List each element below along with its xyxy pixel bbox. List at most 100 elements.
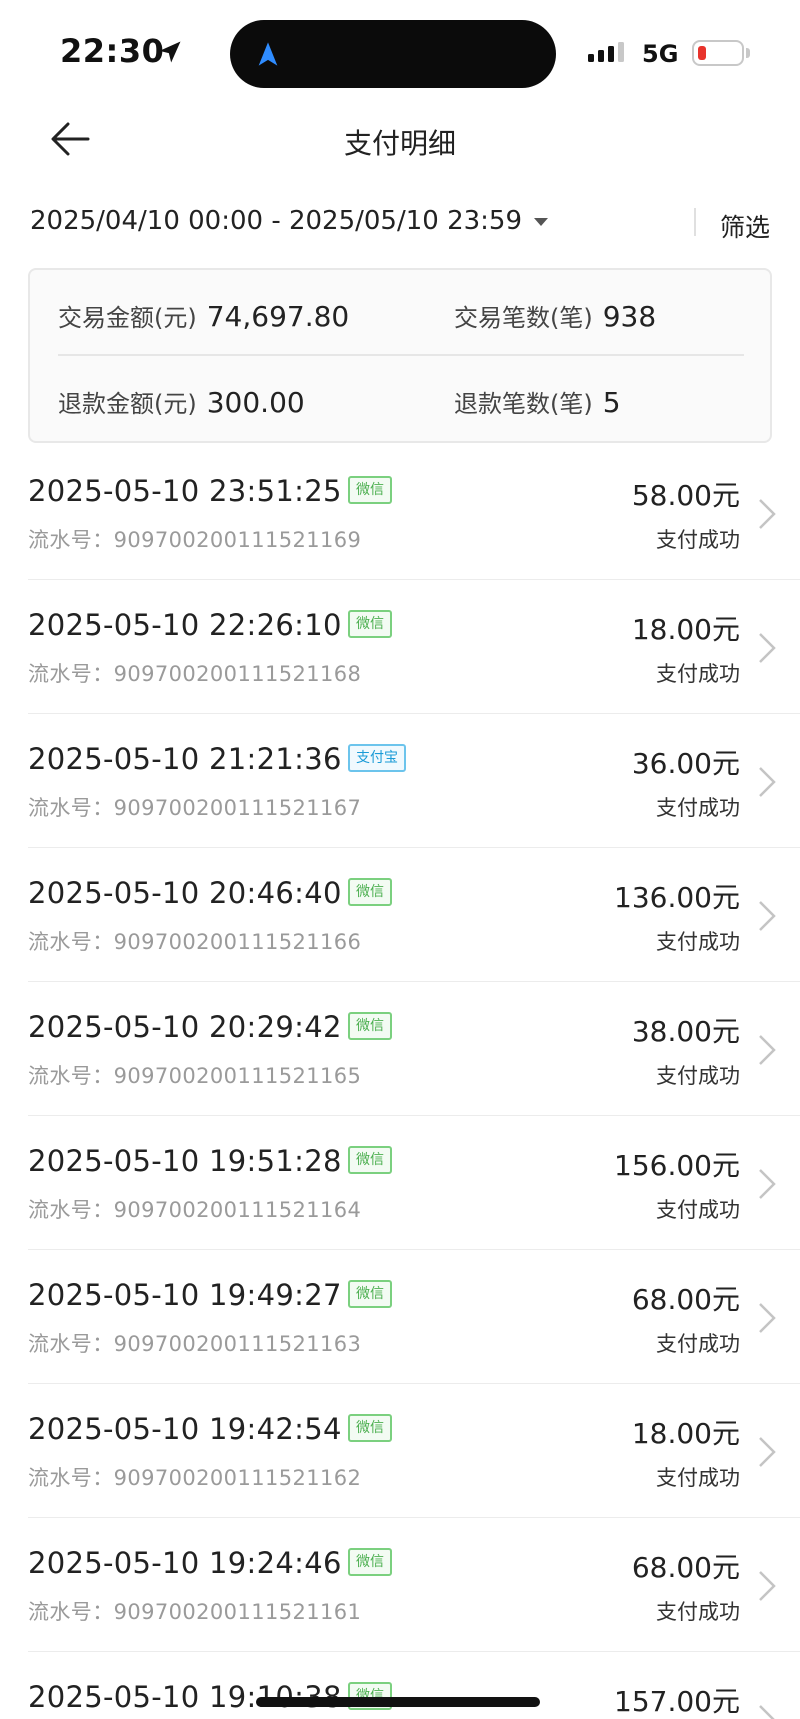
transaction-serial: 流水号：909700200111521165 [28,1064,362,1088]
transaction-row[interactable]: 2025-05-10 20:29:42 微信 流水号：9097002001115… [28,982,800,1116]
transaction-serial: 流水号：909700200111521164 [28,1198,362,1222]
transaction-time: 2025-05-10 20:46:40 [28,876,342,910]
filter-button[interactable]: 筛选 [720,208,770,244]
network-type: 5G [642,40,679,68]
refund-amount-stat: 退款金额(元) 300.00 [58,384,305,419]
transaction-time: 2025-05-10 21:21:36 [28,742,342,776]
transaction-serial: 流水号：909700200111521166 [28,930,362,954]
transaction-serial: 流水号：909700200111521167 [28,796,362,820]
date-range-text: 2025/04/10 00:00 - 2025/05/10 23:59 [30,206,523,236]
wechat-pay-badge: 微信 [348,1548,392,1576]
transaction-row[interactable]: 2025-05-10 21:21:36 支付宝 流水号：909700200111… [28,714,800,848]
nav-header: 支付明细 [0,100,800,180]
chevron-right-icon [759,1035,776,1065]
transaction-time: 2025-05-10 20:29:42 [28,1010,342,1044]
transaction-row[interactable]: 2025-05-10 23:51:25 微信 流水号：9097002001115… [28,446,800,580]
battery-icon [692,40,744,66]
wechat-pay-badge: 微信 [348,1012,392,1040]
transaction-status: 支付成功 [656,528,740,552]
transaction-serial: 流水号：909700200111521169 [28,528,362,552]
transaction-row[interactable]: 2025-05-10 19:49:27 微信 流水号：9097002001115… [28,1250,800,1384]
chevron-right-icon [759,499,776,529]
transaction-serial: 流水号：909700200111521163 [28,1332,362,1356]
transaction-amount: 58.00元 [631,479,740,512]
transaction-status: 支付成功 [656,1198,740,1222]
caret-down-icon [534,218,549,226]
transaction-time: 2025-05-10 19:24:46 [28,1546,342,1580]
transaction-row[interactable]: 2025-05-10 22:26:10 微信 流水号：9097002001115… [28,580,800,714]
transaction-amount: 136.00元 [614,881,740,914]
wechat-pay-badge: 微信 [348,878,392,906]
battery-cap [746,48,750,58]
summary-row-trades: 交易金额(元) 74,697.80 交易笔数(笔) 938 [30,270,770,356]
trade-count-stat: 交易笔数(笔) 938 [454,298,656,333]
refund-amount-value: 300.00 [206,386,305,419]
chevron-right-icon [759,767,776,797]
home-indicator[interactable] [256,1697,540,1707]
refund-count-stat: 退款笔数(笔) 5 [454,384,621,419]
transaction-status: 支付成功 [656,1600,740,1624]
transaction-time: 2025-05-10 19:42:54 [28,1412,342,1446]
transaction-time: 2025-05-10 23:51:25 [28,474,342,508]
chevron-right-icon [759,1705,775,1719]
page-title: 支付明细 [343,127,456,160]
refund-count-label: 退款笔数(笔) [454,390,593,418]
transaction-amount: 18.00元 [631,1417,740,1450]
transaction-amount: 68.00元 [631,1283,740,1316]
transaction-status: 支付成功 [656,1332,740,1356]
transaction-time: 2025-05-10 22:26:10 [28,608,342,642]
transaction-row[interactable]: 2025-05-10 19:10:38 微信 157.00元 [28,1652,800,1719]
transaction-serial: 流水号：909700200111521162 [28,1466,362,1490]
wechat-pay-badge: 微信 [348,1280,392,1308]
transaction-amount: 156.00元 [614,1149,740,1182]
transaction-time: 2025-05-10 19:49:27 [28,1278,342,1312]
transaction-serial: 流水号：909700200111521168 [28,662,362,686]
transaction-amount: 68.00元 [631,1551,740,1584]
chevron-right-icon [759,1169,776,1199]
trade-count-value: 938 [602,300,657,333]
wechat-pay-badge: 微信 [348,1414,392,1442]
transaction-amount: 157.00元 [614,1685,740,1718]
transaction-amount: 36.00元 [631,747,740,780]
trade-amount-value: 74,697.80 [206,300,350,333]
transaction-serial: 流水号：909700200111521161 [28,1600,362,1624]
chevron-right-icon [759,1303,776,1333]
date-range-selector[interactable]: 2025/04/10 00:00 - 2025/05/10 23:59 [30,206,549,236]
transaction-row[interactable]: 2025-05-10 19:51:28 微信 流水号：9097002001115… [28,1116,800,1250]
navigation-arrow-icon [258,42,278,66]
transaction-amount: 18.00元 [631,613,740,646]
chevron-right-icon [759,901,776,931]
divider [694,208,696,236]
chevron-right-icon [759,1571,776,1601]
wechat-pay-badge: 微信 [348,610,392,638]
location-arrow-icon [159,41,181,63]
summary-row-refunds: 退款金额(元) 300.00 退款笔数(笔) 5 [30,356,770,442]
status-time: 22:30 [60,32,165,70]
transaction-status: 支付成功 [656,662,740,686]
wechat-pay-badge: 微信 [348,476,392,504]
transaction-status: 支付成功 [656,1466,740,1490]
trade-count-label: 交易笔数(笔) [454,304,593,332]
trade-amount-label: 交易金额(元) [58,304,197,332]
alipay-badge: 支付宝 [348,744,406,772]
transaction-list: 2025-05-10 23:51:25 微信 流水号：9097002001115… [0,446,800,1719]
transaction-row[interactable]: 2025-05-10 19:42:54 微信 流水号：9097002001115… [28,1384,800,1518]
filter-bar: 2025/04/10 00:00 - 2025/05/10 23:59 筛选 [30,196,770,252]
chevron-right-icon [759,633,776,663]
refund-count-value: 5 [602,386,621,419]
wechat-pay-badge: 微信 [348,1146,392,1174]
transaction-row[interactable]: 2025-05-10 19:24:46 微信 流水号：9097002001115… [28,1518,800,1652]
transaction-status: 支付成功 [656,930,740,954]
chevron-right-icon [759,1437,776,1467]
dynamic-island [230,20,556,88]
signal-strength-icon [588,42,624,62]
transaction-status: 支付成功 [656,1064,740,1088]
summary-card: 交易金额(元) 74,697.80 交易笔数(笔) 938 退款金额(元) 30… [28,268,772,443]
transaction-row[interactable]: 2025-05-10 20:46:40 微信 流水号：9097002001115… [28,848,800,982]
status-bar: 22:30 5G [0,0,800,100]
trade-amount-stat: 交易金额(元) 74,697.80 [58,298,349,333]
transaction-time: 2025-05-10 19:51:28 [28,1144,342,1178]
transaction-status: 支付成功 [656,796,740,820]
transaction-amount: 38.00元 [631,1015,740,1048]
refund-amount-label: 退款金额(元) [58,390,197,418]
